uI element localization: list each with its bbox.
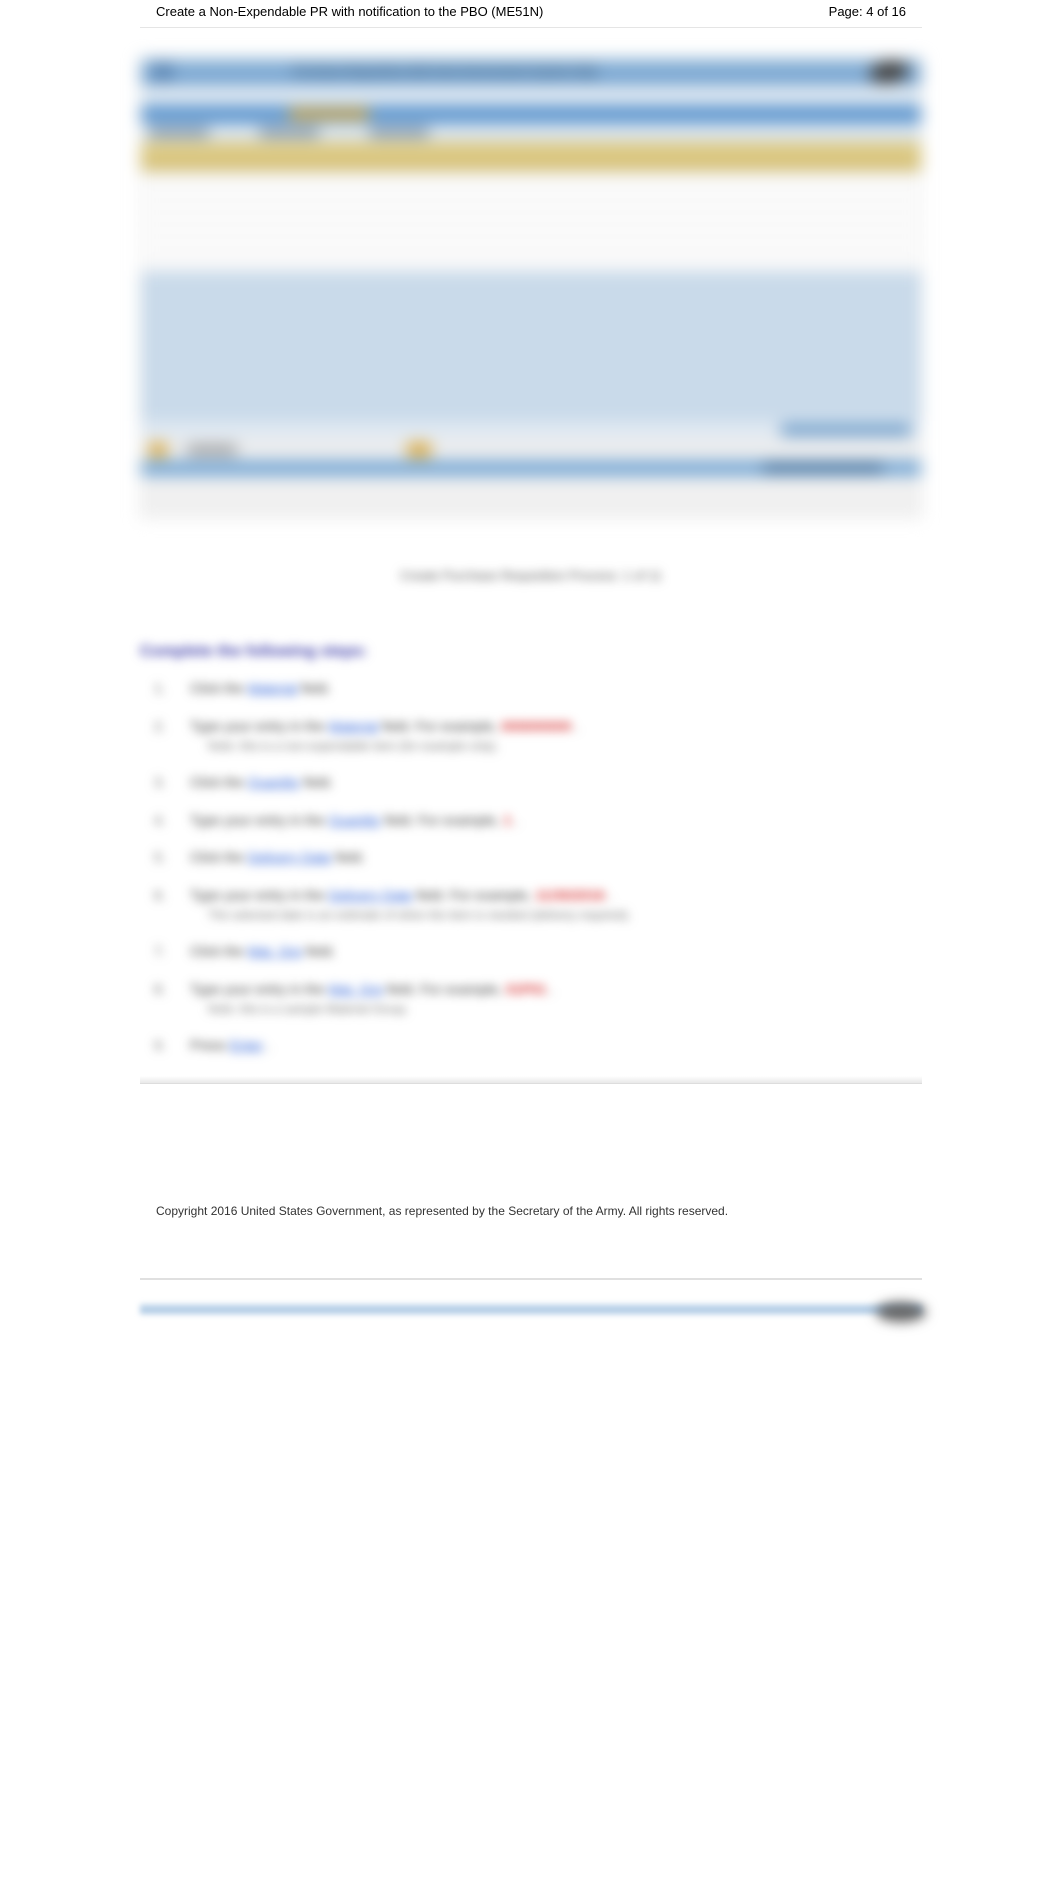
- step-example-value: 01P01: [506, 981, 546, 997]
- step-subnote: The selected date is an estimate of when…: [208, 907, 922, 924]
- embedded-screenshot: Purchase Requisition Edit Goto Environme…: [140, 58, 922, 518]
- screenshot-menu-text: Purchase Requisition Edit Goto Environme…: [293, 66, 597, 78]
- step-number: 3.: [140, 773, 190, 793]
- step-text: Type your entry in the Quantity field. F…: [190, 811, 922, 831]
- step-number: 8.: [140, 980, 190, 1018]
- step-text: Click the Quantity field.: [190, 773, 922, 793]
- step-link: Delivery Date: [248, 849, 332, 865]
- step-item: 6. Type your entry in the Delivery Date …: [140, 886, 922, 924]
- step-number: 2.: [140, 717, 190, 755]
- step-text: Click the Mat. Grp field.: [190, 942, 922, 962]
- step-item: 2. Type your entry in the Material field…: [140, 717, 922, 755]
- step-link: Mat. Grp: [248, 943, 302, 959]
- step-number: 5.: [140, 848, 190, 868]
- step-link: Quantity: [329, 812, 381, 828]
- step-number: 7.: [140, 942, 190, 962]
- step-text: Click the Material field.: [190, 679, 922, 699]
- step-number: 9.: [140, 1036, 190, 1056]
- step-number: 4.: [140, 811, 190, 831]
- step-link: Delivery Date: [329, 887, 413, 903]
- step-text: Click the Delivery Date field.: [190, 848, 922, 868]
- header-page-number: Page: 4 of 16: [829, 4, 906, 19]
- step-link: Quantity: [248, 774, 300, 790]
- page-break: [140, 1278, 922, 1280]
- header-title: Create a Non-Expendable PR with notifica…: [156, 4, 543, 19]
- step-text: Type your entry in the Material field. F…: [190, 717, 922, 755]
- page-header: Create a Non-Expendable PR with notifica…: [140, 0, 922, 28]
- step-subnote: Note: this is a non-expendable item (for…: [208, 738, 922, 755]
- step-number: 6.: [140, 886, 190, 924]
- step-text: Press Enter .: [190, 1036, 922, 1056]
- steps-list: 1. Click the Material field. 2. Type you…: [140, 679, 922, 1056]
- step-link: Enter: [230, 1037, 263, 1053]
- step-link: Material: [329, 718, 379, 734]
- step-item: 8. Type your entry in the Mat. Grp field…: [140, 980, 922, 1018]
- screenshot-caption: Create Purchase Requisition Process: 1 o…: [140, 568, 922, 583]
- step-number: 1.: [140, 679, 190, 699]
- step-link: Material: [248, 680, 298, 696]
- step-item: 3. Click the Quantity field.: [140, 773, 922, 793]
- section-heading: Complete the following steps:: [140, 643, 922, 661]
- step-example-value: 000000000: [501, 718, 571, 734]
- step-subnote: Note: this is a sample Material Group.: [208, 1001, 922, 1018]
- copyright-text: Copyright 2016 United States Government,…: [140, 1204, 922, 1218]
- step-item: 5. Click the Delivery Date field.: [140, 848, 922, 868]
- step-example-value: 1: [504, 812, 512, 828]
- step-link: Mat. Grp: [329, 981, 383, 997]
- step-item: 9. Press Enter .: [140, 1036, 922, 1056]
- next-page-peek: [140, 1304, 922, 1314]
- section-divider: [140, 1076, 922, 1084]
- step-item: 7. Click the Mat. Grp field.: [140, 942, 922, 962]
- step-example-value: 11/30/2016: [536, 887, 605, 903]
- step-text: Type your entry in the Delivery Date fie…: [190, 886, 922, 924]
- step-item: 1. Click the Material field.: [140, 679, 922, 699]
- step-text: Type your entry in the Mat. Grp field. F…: [190, 980, 922, 1018]
- step-item: 4. Type your entry in the Quantity field…: [140, 811, 922, 831]
